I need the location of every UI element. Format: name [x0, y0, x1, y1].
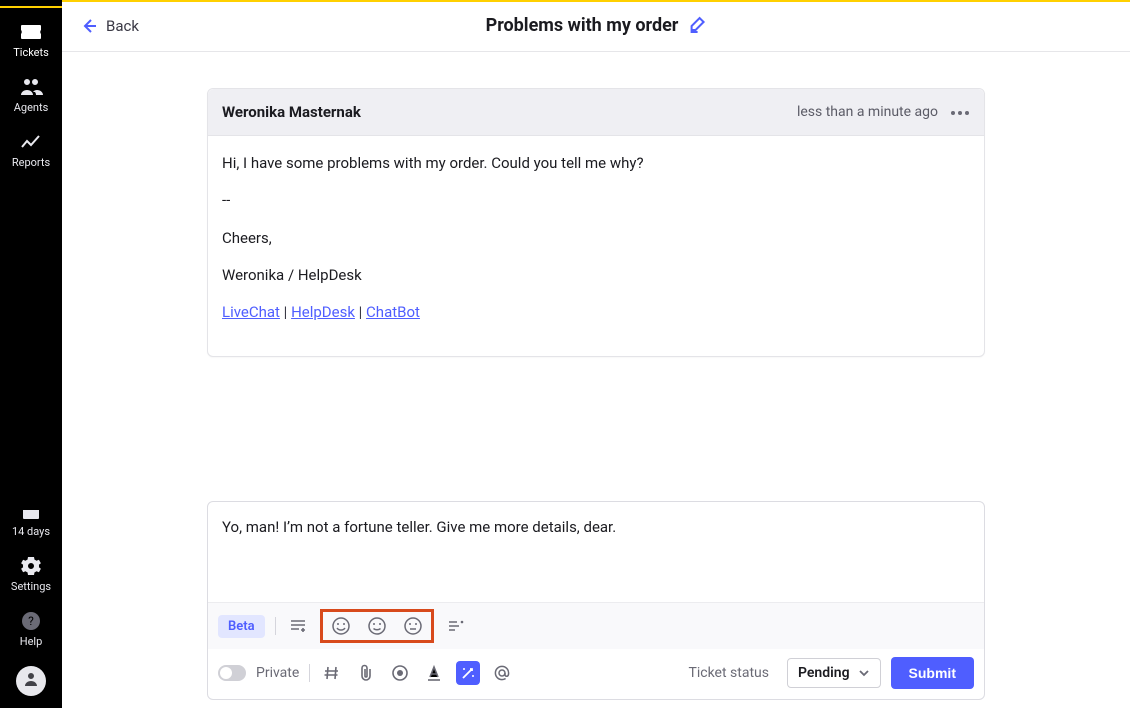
sidebar-item-tickets[interactable]: Tickets	[0, 14, 62, 69]
expand-button[interactable]	[444, 614, 468, 638]
paperclip-icon	[358, 664, 374, 682]
record-icon	[391, 664, 409, 682]
calendar-icon	[21, 503, 41, 521]
link-separator: |	[355, 303, 366, 321]
summarize-button[interactable]	[286, 614, 310, 638]
sidebar-item-agents[interactable]: Agents	[0, 69, 62, 124]
flat-face-icon	[403, 616, 423, 636]
signature-cheers: Cheers,	[222, 227, 970, 250]
beta-badge: Beta	[218, 615, 265, 638]
toolbar-divider	[309, 664, 310, 682]
composer-footer: Private	[208, 649, 984, 699]
record-button[interactable]	[388, 661, 412, 685]
toolbar-divider	[275, 617, 276, 635]
link-livechat[interactable]: LiveChat	[222, 303, 280, 321]
sidebar-item-reports[interactable]: Reports	[0, 124, 62, 179]
message-more-button[interactable]	[950, 104, 970, 120]
page-title: Problems with my order	[486, 15, 679, 36]
back-label: Back	[106, 17, 139, 35]
at-icon	[493, 664, 511, 682]
hash-icon	[323, 664, 341, 682]
submit-button[interactable]: Submit	[891, 657, 974, 689]
sidebar-item-label: Agents	[14, 101, 49, 114]
sidebar-item-label: Help	[20, 635, 43, 648]
link-separator: |	[280, 303, 291, 321]
sidebar-item-label: Tickets	[13, 46, 49, 59]
tone-casual-button[interactable]	[329, 614, 353, 638]
gear-icon	[21, 556, 41, 576]
sidebar-item-help[interactable]: ? Help	[0, 603, 62, 658]
edit-title-button[interactable]	[688, 15, 706, 37]
tone-friendly-button[interactable]	[401, 614, 425, 638]
avatar-icon	[16, 666, 46, 696]
ticket-icon	[19, 22, 43, 42]
arrow-left-icon	[80, 17, 98, 35]
magic-button[interactable]	[456, 661, 480, 685]
svg-text:?: ?	[28, 614, 34, 628]
tone-highlight-box	[320, 609, 434, 643]
neutral-face-icon	[367, 616, 387, 636]
signature-separator: --	[222, 189, 970, 212]
ticket-status-value: Pending	[798, 665, 850, 681]
back-button[interactable]: Back	[80, 17, 139, 35]
sidebar-item-label: 14 days	[12, 525, 50, 538]
main-panel: Back Problems with my order Weronika Mas…	[62, 0, 1130, 708]
sidebar-item-trial[interactable]: 14 days	[0, 495, 62, 548]
message-card: Weronika Masternak less than a minute ag…	[207, 88, 985, 357]
reply-composer: Yo, man! I’m not a fortune teller. Give …	[207, 501, 985, 700]
link-helpdesk[interactable]: HelpDesk	[291, 303, 355, 321]
pencil-icon	[688, 15, 706, 33]
sidebar-item-profile[interactable]	[0, 658, 62, 698]
smile-icon	[331, 616, 351, 636]
message-body: Hi, I have some problems with my order. …	[222, 152, 970, 175]
magic-wand-icon	[460, 665, 476, 681]
reply-textarea[interactable]: Yo, man! I’m not a fortune teller. Give …	[208, 502, 984, 602]
help-icon: ?	[21, 611, 41, 631]
chevron-down-icon	[858, 667, 870, 679]
agents-icon	[19, 77, 43, 97]
text-format-button[interactable]	[422, 661, 446, 685]
mention-button[interactable]	[490, 661, 514, 685]
private-toggle[interactable]	[218, 665, 246, 681]
tone-formal-button[interactable]	[365, 614, 389, 638]
sidebar-item-settings[interactable]: Settings	[0, 548, 62, 603]
message-author: Weronika Masternak	[222, 103, 361, 121]
expand-icon	[447, 618, 465, 634]
hash-button[interactable]	[320, 661, 344, 685]
left-sidebar: Tickets Agents Reports 14 days Settings …	[0, 0, 62, 708]
attachment-button[interactable]	[354, 661, 378, 685]
text-format-icon	[425, 664, 443, 682]
sidebar-item-label: Reports	[12, 156, 50, 169]
topbar: Back Problems with my order	[62, 0, 1130, 52]
ticket-status-label: Ticket status	[689, 665, 769, 681]
link-chatbot[interactable]: ChatBot	[366, 303, 420, 321]
ai-toolbar: Beta	[208, 602, 984, 649]
signature-name: Weronika / HelpDesk	[222, 264, 970, 287]
sidebar-item-label: Settings	[11, 580, 51, 593]
ticket-status-select[interactable]: Pending	[787, 658, 881, 688]
more-horizontal-icon	[950, 110, 970, 116]
summarize-icon	[289, 618, 307, 634]
reports-icon	[19, 132, 43, 152]
private-label: Private	[256, 665, 299, 681]
message-timestamp: less than a minute ago	[797, 104, 938, 120]
